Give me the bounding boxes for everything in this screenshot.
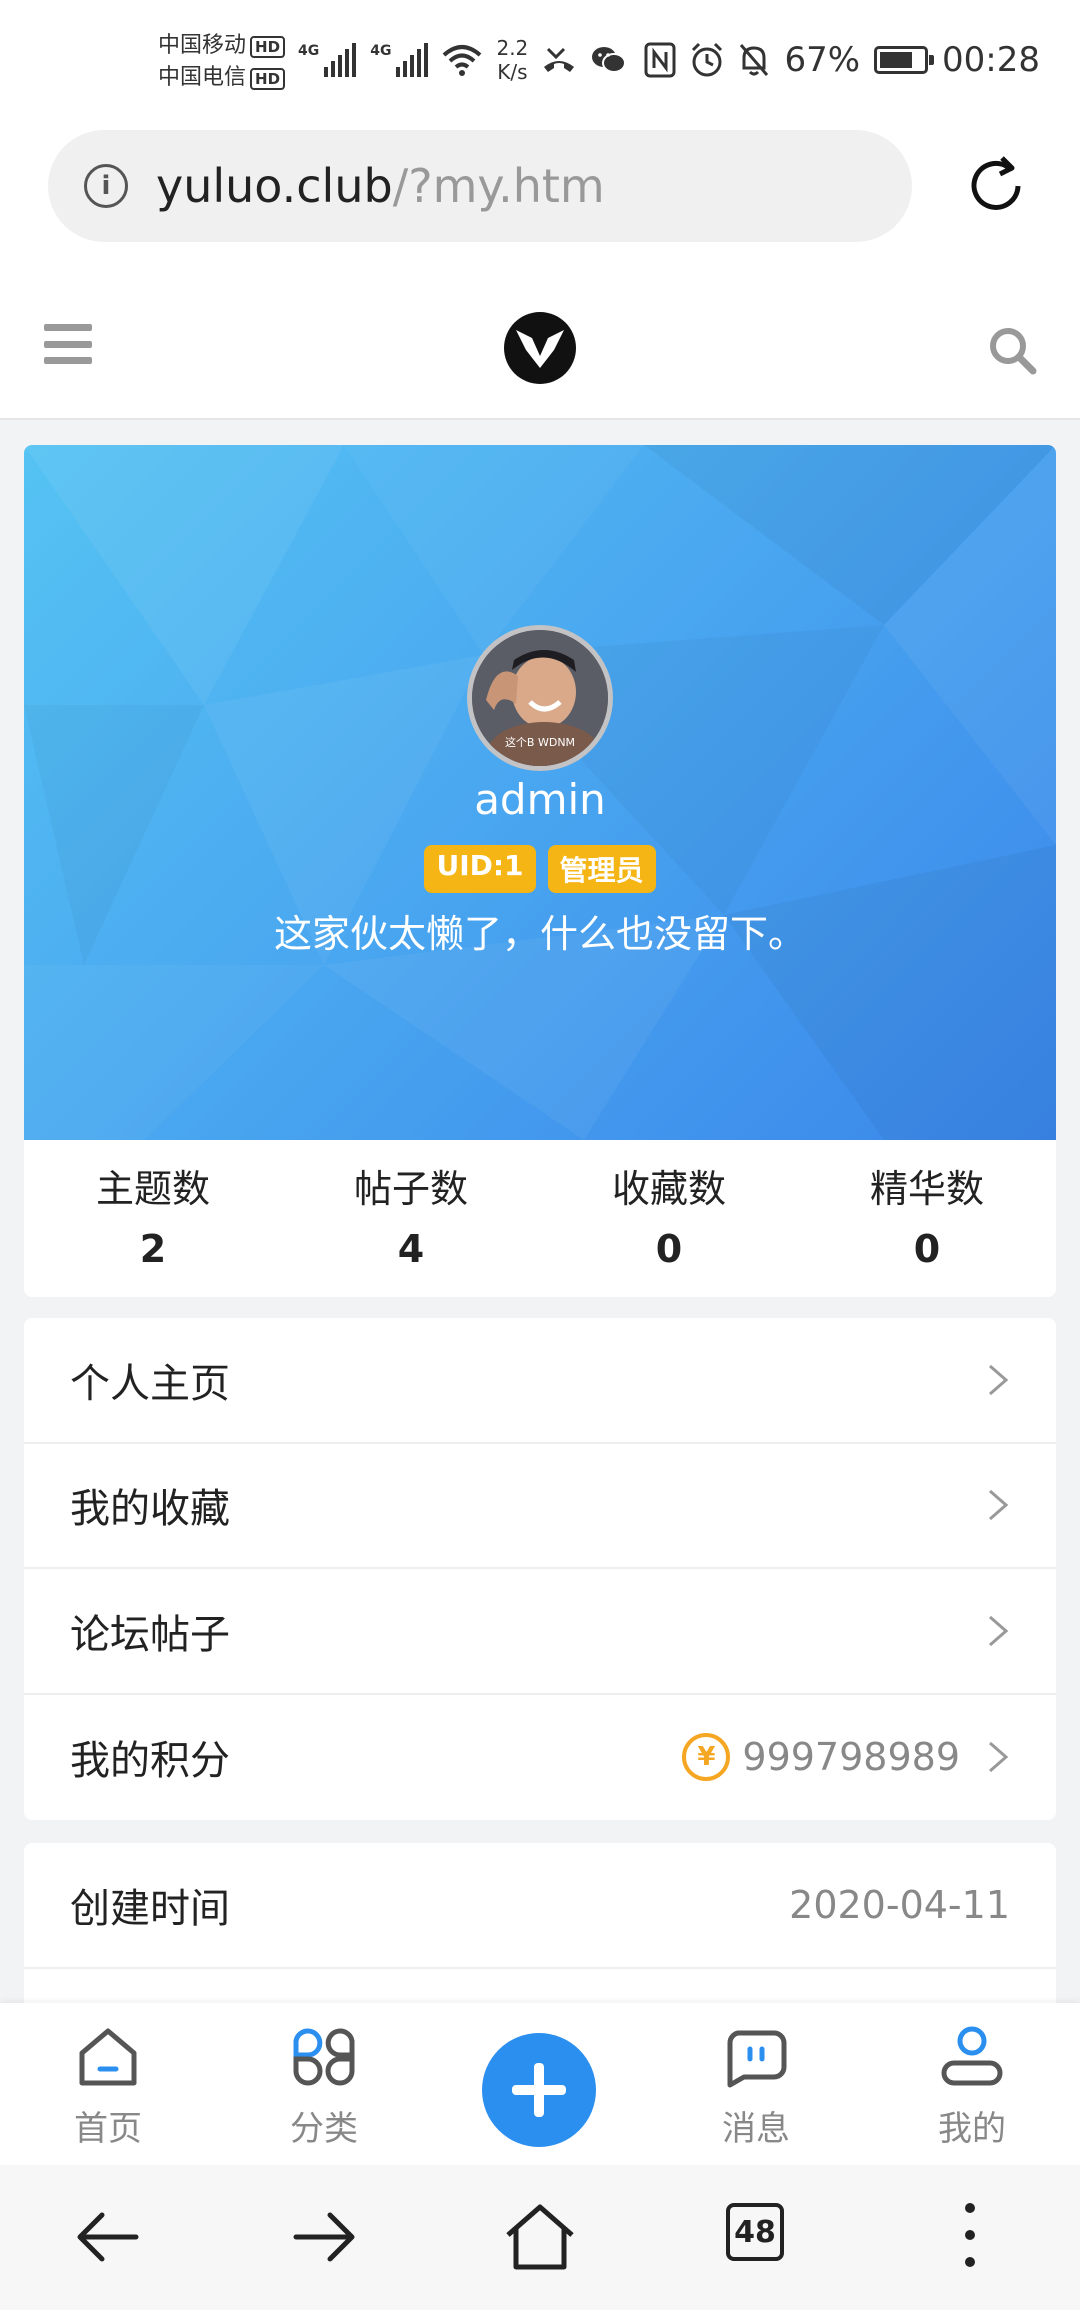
nfc-icon: [644, 42, 676, 78]
network-type: 4G: [370, 43, 392, 59]
battery-icon: [874, 46, 935, 74]
stat-value: 0: [913, 1227, 941, 1271]
menu-item-forum-posts[interactable]: 论坛帖子: [24, 1569, 1056, 1695]
menu-item-label: 个人主页: [70, 1360, 230, 1407]
avatar[interactable]: 这个B WDNM: [467, 625, 613, 771]
carrier-2: 中国电信: [158, 65, 247, 90]
alarm-icon: [692, 42, 723, 77]
hamburger-menu-icon[interactable]: [44, 324, 92, 364]
tab-category[interactable]: 分类: [216, 2003, 432, 2165]
wifi-icon: [443, 45, 482, 76]
message-icon: [727, 2030, 787, 2088]
profile-menu: 个人主页 我的收藏 论坛帖子 我的积分 ¥ 999798989: [24, 1318, 1056, 1820]
info-label: 创建时间: [70, 1886, 230, 1932]
user-badges: UID:1 管理员: [24, 845, 1056, 893]
home-icon: [79, 2028, 137, 2086]
tab-label: 我的: [938, 2109, 1006, 2149]
tab-me[interactable]: 我的: [864, 2003, 1080, 2165]
stat-value: 0: [655, 1227, 683, 1271]
speed-value: 2.2: [496, 36, 529, 60]
stat-posts[interactable]: 帖子数 4: [282, 1140, 540, 1297]
tab-label: 消息: [722, 2109, 790, 2149]
battery-level: [880, 52, 913, 68]
avatar-caption: 这个B WDNM: [505, 735, 575, 749]
username: admin: [474, 775, 606, 824]
user-stats: 主题数 2 帖子数 4 收藏数 0 精华数 0: [24, 1140, 1056, 1297]
stat-featured[interactable]: 精华数 0: [798, 1140, 1056, 1297]
network-speed: 2.2 K/s: [496, 36, 528, 84]
account-info-card: 创建时间 2020-04-11: [24, 1843, 1056, 2003]
signal-icon: 4G: [298, 43, 357, 77]
tab-messages[interactable]: 消息: [648, 2003, 864, 2165]
tab-label: 首页: [74, 2109, 142, 2149]
carrier-1: 中国移动: [158, 33, 247, 58]
carrier-info: 中国移动 HD 中国电信 HD: [158, 30, 286, 94]
battery-percent: 67%: [784, 40, 861, 80]
stat-label: 主题数: [95, 1167, 210, 1211]
mute-icon: [740, 44, 769, 76]
user-bio: 这家伙太懒了，什么也没留下。: [273, 912, 806, 956]
chevron-right-icon: [989, 1742, 1009, 1773]
app-header: [0, 270, 1080, 420]
chevron-right-icon: [989, 1490, 1009, 1521]
menu-item-points[interactable]: 我的积分 ¥ 999798989: [24, 1695, 1056, 1821]
speed-unit: K/s: [497, 60, 528, 84]
forward-arrow-icon[interactable]: [288, 2201, 360, 2273]
uid-badge: UID:1: [424, 845, 536, 893]
stat-label: 精华数: [869, 1167, 984, 1211]
hd-badge: HD: [250, 68, 286, 90]
back-arrow-icon[interactable]: [72, 2201, 144, 2273]
tab-label: 分类: [290, 2109, 358, 2149]
search-icon[interactable]: [986, 324, 1038, 376]
home-nav-icon[interactable]: [504, 2201, 576, 2273]
avatar-image: 这个B WDNM: [472, 630, 608, 766]
chevron-right-icon: [989, 1364, 1009, 1395]
reload-icon[interactable]: [960, 150, 1032, 222]
menu-item-favorites[interactable]: 我的收藏: [24, 1444, 1056, 1569]
profile-banner: 这个B WDNM admin UID:1 管理员 这家伙太懒了，什么也没留下。: [24, 445, 1056, 1140]
chevron-right-icon: [989, 1615, 1009, 1646]
url-host: yuluo.club: [156, 159, 393, 213]
stat-topics[interactable]: 主题数 2: [24, 1140, 282, 1297]
missed-call-icon: [544, 47, 575, 72]
menu-item-label: 我的积分: [70, 1738, 230, 1785]
tab-home[interactable]: 首页: [0, 2003, 216, 2165]
bottom-tab-bar: 首页 分类 消息 我的: [0, 2003, 1080, 2165]
hd-badge: HD: [250, 36, 286, 58]
menu-item-homepage[interactable]: 个人主页: [24, 1318, 1056, 1444]
clock: 00:28: [942, 40, 1040, 80]
coin-icon: ¥: [682, 1733, 731, 1782]
address-field[interactable]: i yuluo.club/?my.htm: [48, 130, 912, 242]
stat-favorites[interactable]: 收藏数 0: [540, 1140, 798, 1297]
info-value: 2020-04-11: [789, 1883, 1010, 1927]
browser-nav-bar: 48: [0, 2165, 1080, 2310]
status-icons-right: 67% 00:28: [644, 30, 1040, 90]
status-icons-left: 4G 4G 2.2 K/s: [298, 30, 627, 90]
category-icon: [293, 2028, 355, 2086]
signal-icon: 4G: [370, 43, 429, 77]
stat-value: 4: [397, 1227, 425, 1271]
new-post-button[interactable]: [482, 2033, 596, 2147]
network-type: 4G: [298, 43, 320, 59]
url-path: /?my.htm: [392, 159, 605, 213]
stat-value: 2: [139, 1227, 167, 1271]
info-row-created: 创建时间 2020-04-11: [24, 1843, 1056, 1969]
status-bar: 中国移动 HD 中国电信 HD 4G 4G 2.2 K/s 67% 00:28: [0, 0, 1080, 120]
tabs-switcher-button[interactable]: 48: [726, 2203, 784, 2261]
menu-item-label: 论坛帖子: [70, 1611, 230, 1658]
more-menu-icon[interactable]: [964, 2203, 976, 2267]
wechat-icon: [592, 47, 627, 73]
browser-url-bar: i yuluo.club/?my.htm: [0, 120, 1080, 270]
role-badge: 管理员: [547, 845, 656, 893]
user-icon: [941, 2026, 1003, 2086]
site-logo[interactable]: [502, 310, 578, 386]
stat-label: 收藏数: [611, 1167, 726, 1211]
points-value: 999798989: [742, 1735, 960, 1780]
profile-card: 这个B WDNM admin UID:1 管理员 这家伙太懒了，什么也没留下。 …: [24, 445, 1056, 1297]
info-icon[interactable]: i: [84, 164, 128, 208]
stat-label: 帖子数: [353, 1167, 468, 1211]
menu-item-label: 我的收藏: [70, 1486, 230, 1533]
